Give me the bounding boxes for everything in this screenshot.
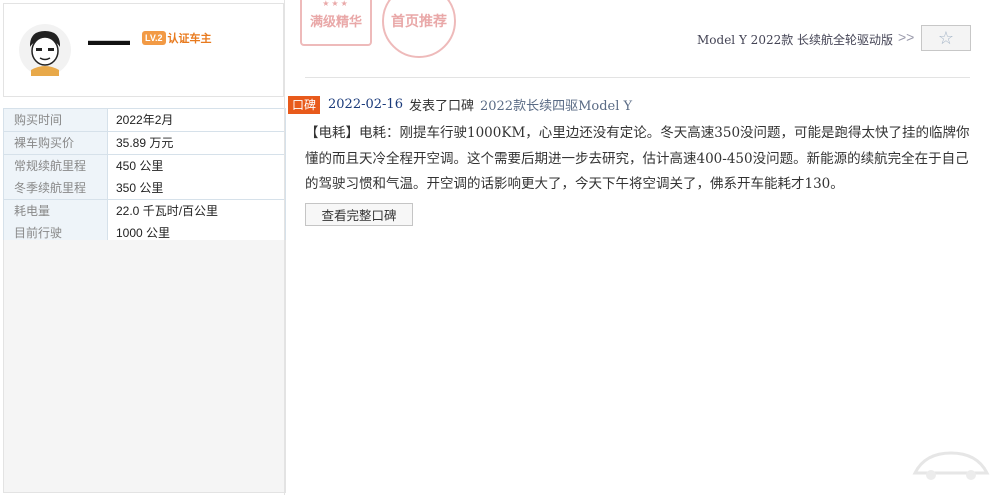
- panel-divider: [284, 0, 285, 495]
- essence-stamp: ★★★ 满级精华: [300, 0, 372, 46]
- spec-label: 购买时间: [4, 109, 108, 131]
- watermark-car-icon: [912, 451, 990, 480]
- left-panel: ▬▬▬ LV.2 认证车主 购买时间 2022年2月 裸车购买价 35.89 万…: [0, 0, 286, 495]
- watermark: [905, 445, 997, 493]
- divider: [305, 77, 970, 78]
- spec-label: 裸车购买价: [4, 132, 108, 154]
- chevron-right-icon[interactable]: >>: [898, 29, 914, 45]
- certified-owner-badge: LV.2 认证车主: [142, 30, 212, 46]
- stamp-label: 满级精华: [309, 13, 362, 29]
- badge-text: 认证车主: [167, 33, 212, 45]
- model-title-link[interactable]: Model Y 2022款 长续航全轮驱动版: [697, 31, 893, 48]
- homepage-recommend-stamp: 首页推荐: [382, 0, 456, 58]
- avatar[interactable]: [19, 24, 71, 76]
- spec-value: 22.0 千瓦时/百公里: [108, 200, 285, 222]
- spec-row: 常规续航里程 450 公里 冬季续航里程 350 公里: [4, 155, 285, 200]
- spec-row: 裸车购买价 35.89 万元: [4, 132, 285, 155]
- award-stamps: ★★★ 满级精华 首页推荐: [300, 0, 456, 60]
- spec-label: 冬季续航里程: [4, 177, 108, 199]
- post-action: 发表了口碑: [408, 98, 474, 113]
- spec-label: 耗电量: [4, 200, 108, 222]
- purchase-spec-table: 购买时间 2022年2月 裸车购买价 35.89 万元 常规续航里程 450 公…: [3, 108, 286, 245]
- favorite-button[interactable]: ☆: [921, 25, 971, 51]
- post-date: 2022-02-16: [328, 97, 403, 112]
- view-full-review-button[interactable]: 查看完整口碑: [305, 203, 413, 226]
- post-model-link[interactable]: 2022款长续四驱Model Y: [480, 95, 632, 114]
- star-icon: ☆: [937, 27, 955, 48]
- spec-value: 2022年2月: [108, 109, 285, 131]
- stamp-label: 首页推荐: [391, 13, 447, 29]
- username[interactable]: ▬▬▬: [88, 32, 130, 48]
- user-profile-card: ▬▬▬ LV.2 认证车主: [3, 3, 284, 97]
- spec-row: 耗电量 22.0 千瓦时/百公里 目前行驶 1000 公里: [4, 200, 285, 244]
- badge-level: LV.2: [142, 31, 166, 45]
- post-body-text: 【电耗】电耗：刚提车行驶1000KM，心里边还没有定论。冬天高速350没问题，可…: [305, 125, 970, 192]
- spec-value: 350 公里: [108, 177, 285, 199]
- spec-value: 450 公里: [108, 155, 285, 177]
- stamp-stars-icon: ★★★: [322, 0, 350, 8]
- post-header: 口碑 2022-02-16 发表了口碑 2022款长续四驱Model Y: [288, 95, 632, 114]
- left-empty-area: [3, 240, 286, 493]
- spec-value: 35.89 万元: [108, 132, 285, 154]
- spec-label: 常规续航里程: [4, 155, 108, 177]
- spec-row: 购买时间 2022年2月: [4, 109, 285, 132]
- review-tag: 口碑: [288, 95, 321, 114]
